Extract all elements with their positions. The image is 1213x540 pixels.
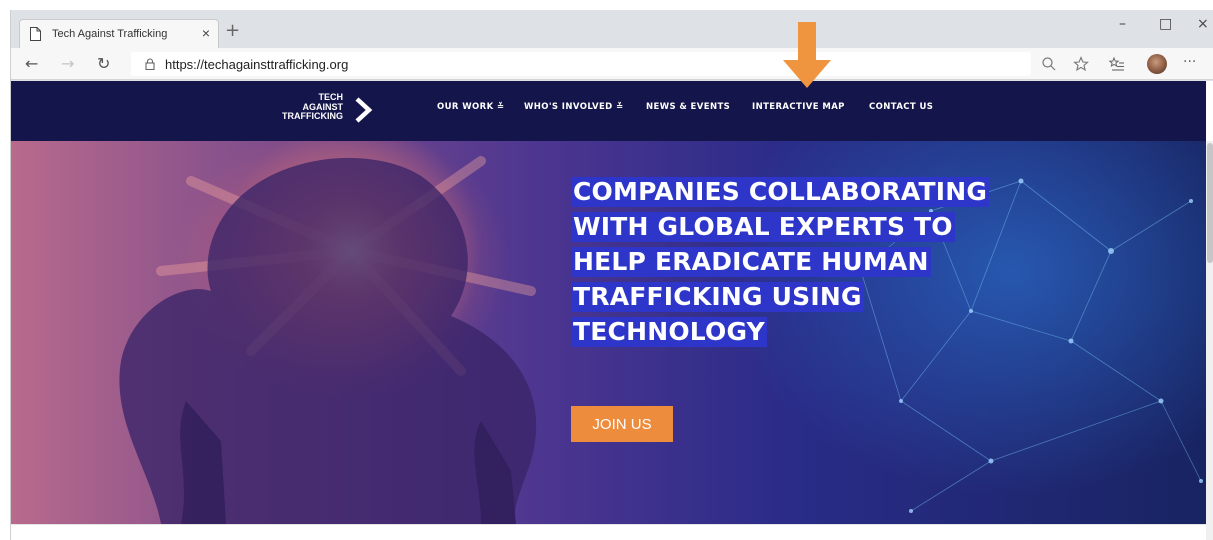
logo-text: TECH AGAINST TRAFFICKING [282, 92, 343, 122]
refresh-button[interactable]: ↻ [97, 54, 110, 73]
logo-line-trafficking: TRAFFICKING [282, 111, 343, 121]
headline-line: HELP ERADICATE HUMAN [571, 247, 931, 277]
tab-title: Tech Against Trafficking [52, 28, 168, 40]
tab-close-icon[interactable]: × [202, 25, 210, 41]
hero-headline: COMPANIES COLLABORATING WITH GLOBAL EXPE… [571, 177, 991, 352]
tab-strip: Tech Against Trafficking × + – □ × [11, 10, 1213, 48]
web-page: TECH AGAINST TRAFFICKING OUR WORK ≚ WHO'… [11, 81, 1213, 540]
headline-line: TRAFFICKING USING [571, 282, 864, 312]
join-us-button[interactable]: JOIN US [571, 406, 673, 442]
lock-icon [145, 58, 155, 70]
browser-toolbar: ← → ↻ https://techagainsttrafficking.org… [11, 48, 1213, 80]
site-logo[interactable]: TECH AGAINST TRAFFICKING [273, 92, 373, 129]
nav-whos-involved[interactable]: WHO'S INVOLVED ≚ [524, 102, 624, 112]
page-scrollbar[interactable] [1206, 141, 1213, 540]
new-tab-button[interactable]: + [225, 20, 240, 41]
forward-button[interactable]: → [61, 54, 74, 73]
more-menu-icon[interactable]: ··· [1183, 54, 1199, 70]
nav-news-events[interactable]: NEWS & EVENTS [646, 102, 730, 112]
browser-tab[interactable]: Tech Against Trafficking × [19, 19, 219, 48]
back-button[interactable]: ← [25, 54, 38, 73]
nav-interactive-map[interactable]: INTERACTIVE MAP [752, 102, 845, 112]
headline-line: COMPANIES COLLABORATING [571, 177, 990, 207]
address-bar[interactable]: https://techagainsttrafficking.org [131, 52, 1031, 76]
favorites-icon[interactable] [1109, 56, 1125, 72]
minimize-button[interactable]: – [1119, 16, 1126, 32]
nav-our-work[interactable]: OUR WORK ≚ [437, 102, 504, 112]
hero-banner: COMPANIES COLLABORATING WITH GLOBAL EXPE… [11, 141, 1206, 524]
page-content-start [11, 524, 1206, 540]
page-icon [30, 27, 41, 41]
browser-window: Tech Against Trafficking × + – □ × ← → ↻… [10, 10, 1213, 540]
headline-line: TECHNOLOGY [571, 317, 767, 347]
scrollbar-thumb[interactable] [1207, 143, 1213, 263]
logo-chevron-icon [355, 97, 373, 123]
maximize-button[interactable]: □ [1159, 16, 1172, 32]
close-window-button[interactable]: × [1197, 16, 1209, 32]
nav-contact-us[interactable]: CONTACT US [869, 102, 933, 112]
url-text: https://techagainsttrafficking.org [165, 57, 349, 72]
headline-line: WITH GLOBAL EXPERTS TO [571, 212, 955, 242]
profile-icon[interactable] [1147, 54, 1167, 74]
star-icon[interactable] [1073, 56, 1089, 72]
zoom-icon[interactable] [1041, 56, 1057, 72]
site-header-nav: TECH AGAINST TRAFFICKING OUR WORK ≚ WHO'… [11, 81, 1206, 141]
